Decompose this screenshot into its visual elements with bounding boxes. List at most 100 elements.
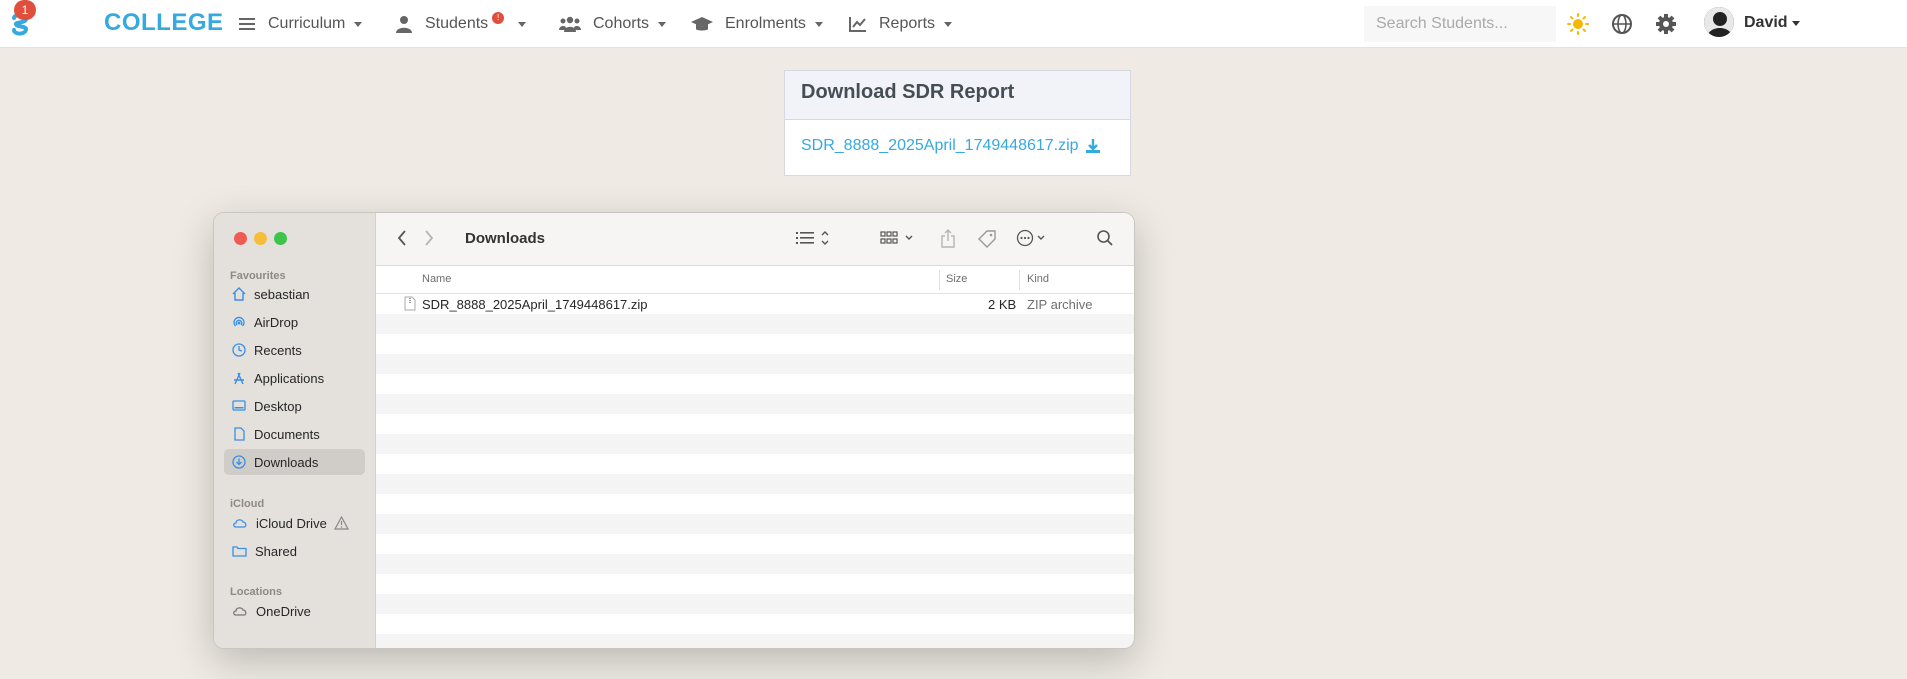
- theme-toggle-sun-icon[interactable]: [1566, 12, 1590, 36]
- download-icon: [1085, 139, 1100, 153]
- user-name: David: [1744, 14, 1788, 31]
- more-actions-icon[interactable]: [1016, 229, 1050, 247]
- top-navbar: 1 COLLEGE Curriculum Students! Cohorts E…: [0, 0, 1907, 48]
- empty-row: [376, 554, 1134, 574]
- sidebar-item-label: sebastian: [254, 286, 310, 302]
- column-header-kind[interactable]: Kind: [1027, 273, 1049, 285]
- share-icon[interactable]: [940, 229, 956, 249]
- file-size: 2 KB: [988, 297, 1017, 312]
- sidebar-item-label: Applications: [254, 370, 325, 386]
- nav-reports[interactable]: Reports: [849, 0, 953, 48]
- empty-row: [376, 414, 1134, 434]
- empty-row: [376, 334, 1134, 354]
- empty-row: [376, 374, 1134, 394]
- shared-folder-icon: [232, 546, 247, 557]
- finder-window: Favourites sebastian AirDrop Recents App…: [213, 212, 1135, 649]
- empty-row: [376, 574, 1134, 594]
- caret-down-icon: [814, 21, 823, 27]
- nav-curriculum[interactable]: Curriculum: [238, 0, 363, 48]
- sidebar-item-documents[interactable]: Documents: [224, 421, 365, 447]
- forward-chevron-icon[interactable]: [423, 229, 435, 247]
- menu-lines-icon: [239, 18, 255, 30]
- sidebar-item-onedrive[interactable]: OneDrive: [224, 598, 365, 624]
- empty-row: [376, 454, 1134, 474]
- graduation-cap-icon: [691, 17, 713, 31]
- sidebar-item-recents[interactable]: Recents: [224, 337, 365, 363]
- caret-down-icon: [944, 21, 953, 27]
- user-icon: [396, 16, 412, 33]
- file-list: SDR_8888_2025April_1749448617.zip 2 KB Z…: [376, 294, 1134, 648]
- back-chevron-icon[interactable]: [396, 229, 408, 247]
- sidebar-item-label: OneDrive: [256, 603, 311, 619]
- empty-row: [376, 394, 1134, 414]
- column-header-name[interactable]: Name: [422, 273, 451, 285]
- search-input[interactable]: [1364, 6, 1556, 42]
- zoom-window-button[interactable]: [274, 232, 287, 245]
- document-icon: [234, 427, 245, 441]
- finder-toolbar: Downloads: [376, 213, 1134, 266]
- grid-group-icon[interactable]: [880, 229, 916, 247]
- column-divider[interactable]: [939, 270, 940, 290]
- file-kind: ZIP archive: [1027, 297, 1093, 312]
- empty-row: [376, 314, 1134, 334]
- sidebar-item-applications[interactable]: Applications: [224, 365, 365, 391]
- nav-students[interactable]: Students!: [395, 0, 527, 48]
- empty-row: [376, 514, 1134, 534]
- close-window-button[interactable]: [234, 232, 247, 245]
- card-title: Download SDR Report: [785, 71, 1130, 120]
- nav-label: Reports: [879, 15, 936, 32]
- list-view-icon[interactable]: [796, 229, 830, 247]
- home-icon: [232, 287, 246, 301]
- empty-row: [376, 594, 1134, 614]
- brand-name[interactable]: COLLEGE: [104, 9, 224, 37]
- minimize-window-button[interactable]: [254, 232, 267, 245]
- cloud-icon: [233, 607, 247, 616]
- sidebar-section-icloud: iCloud: [230, 498, 265, 510]
- sidebar-item-label: Downloads: [254, 454, 319, 470]
- cloud-icon: [233, 519, 247, 528]
- airdrop-icon: [233, 316, 245, 327]
- caret-down-icon: [658, 21, 667, 27]
- sidebar-item-icloud-drive[interactable]: iCloud Drive: [224, 510, 365, 536]
- sidebar-item-label: iCloud Drive: [256, 515, 327, 531]
- empty-row: [376, 614, 1134, 634]
- sidebar-item-desktop[interactable]: Desktop: [224, 393, 365, 419]
- download-link[interactable]: SDR_8888_2025April_1749448617.zip: [801, 137, 1101, 155]
- gear-icon[interactable]: [1654, 12, 1678, 36]
- line-chart-icon: [849, 17, 866, 32]
- file-row[interactable]: SDR_8888_2025April_1749448617.zip 2 KB Z…: [376, 294, 1134, 314]
- sidebar-item-airdrop[interactable]: AirDrop: [224, 309, 365, 335]
- sidebar-item-label: AirDrop: [254, 314, 299, 330]
- sidebar-item-downloads[interactable]: Downloads: [224, 449, 365, 475]
- user-menu[interactable]: David: [1744, 14, 1800, 32]
- sidebar-item-label: Documents: [254, 426, 320, 442]
- empty-row: [376, 494, 1134, 514]
- sidebar-item-shared[interactable]: Shared: [224, 538, 365, 564]
- applications-icon: [234, 372, 244, 385]
- caret-down-icon: [518, 21, 527, 27]
- empty-row: [376, 634, 1134, 648]
- users-group-icon: [559, 16, 581, 32]
- nav-enrolments[interactable]: Enrolments: [691, 0, 823, 48]
- sidebar-item-label: Desktop: [254, 398, 302, 414]
- notification-badge[interactable]: 1: [14, 0, 36, 20]
- download-report-card: Download SDR Report SDR_8888_2025April_1…: [784, 70, 1131, 176]
- sidebar-item-home[interactable]: sebastian: [224, 281, 365, 307]
- file-name: SDR_8888_2025April_1749448617.zip: [422, 297, 648, 312]
- sidebar-section-locations: Locations: [230, 586, 282, 598]
- nav-label: Students: [425, 15, 489, 32]
- nav-cohorts[interactable]: Cohorts: [559, 0, 667, 48]
- sidebar-item-label: Shared: [255, 543, 297, 559]
- caret-down-icon: [354, 21, 363, 27]
- zip-file-icon: [404, 296, 416, 311]
- nav-label: Curriculum: [268, 15, 346, 32]
- column-header-size[interactable]: Size: [946, 273, 967, 285]
- avatar[interactable]: [1704, 7, 1734, 37]
- desktop-icon: [232, 400, 246, 411]
- column-divider[interactable]: [1019, 270, 1020, 290]
- tag-icon[interactable]: [977, 229, 997, 249]
- list-header: Name Size Kind: [376, 266, 1134, 294]
- empty-row: [376, 474, 1134, 494]
- search-icon[interactable]: [1096, 229, 1114, 247]
- globe-icon[interactable]: [1610, 12, 1634, 36]
